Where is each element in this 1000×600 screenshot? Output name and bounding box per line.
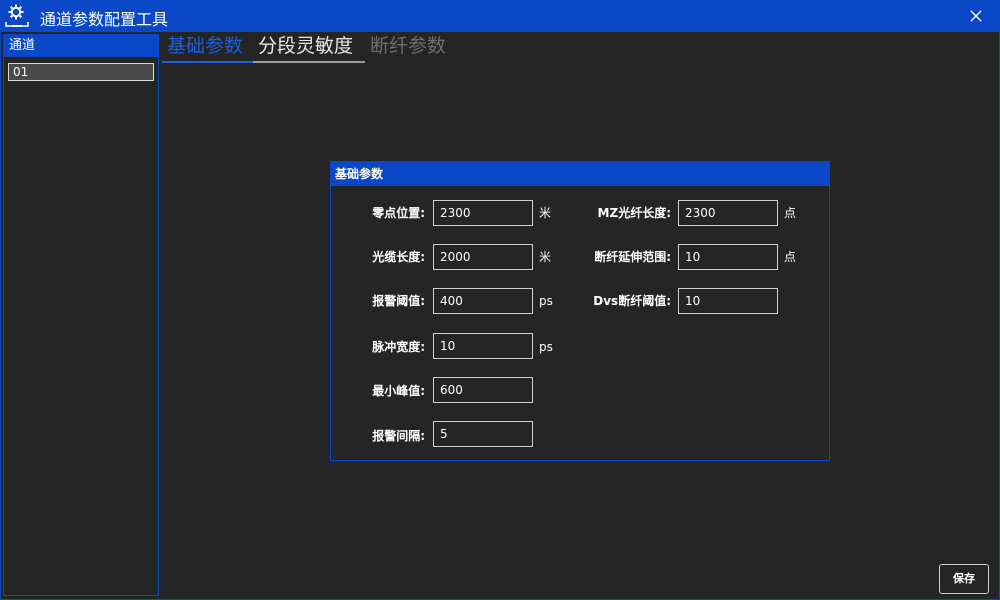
channel-item-01[interactable]: 01 [8, 63, 154, 81]
alarm-threshold-label: 报警阈值: [372, 294, 425, 308]
pulse-width-unit: ps [539, 340, 553, 354]
save-button[interactable]: 保存 [939, 564, 989, 594]
gear-settings-icon [5, 4, 29, 27]
alarm-interval-label: 报警间隔: [372, 429, 425, 443]
zero-position-input[interactable] [433, 200, 533, 226]
mz-fiber-length-unit: 点 [784, 206, 797, 220]
cable-length-input[interactable] [433, 244, 533, 270]
break-extension-input[interactable] [678, 244, 778, 270]
cable-length-label: 光缆长度: [372, 250, 425, 264]
zero-position-unit: 米 [539, 206, 552, 220]
dvs-break-threshold-input[interactable] [678, 288, 778, 314]
min-peak-label: 最小峰值: [372, 384, 425, 398]
sidebar-header: 通道 [4, 35, 158, 57]
tab-basic-params[interactable]: 基础参数 [162, 33, 253, 63]
alarm-threshold-input[interactable] [433, 288, 533, 314]
cable-length-unit: 米 [539, 250, 552, 264]
panel-title: 基础参数 [331, 162, 829, 186]
mz-fiber-length-label: MZ光纤长度: [597, 206, 671, 220]
zero-position-label: 零点位置: [372, 206, 425, 220]
alarm-threshold-unit: ps [539, 294, 553, 308]
channel-sidebar: 通道 01 [3, 34, 159, 596]
min-peak-input[interactable] [433, 377, 533, 403]
break-extension-unit: 点 [784, 250, 797, 264]
break-extension-label: 断纤延伸范围: [594, 250, 671, 264]
basic-params-panel: 基础参数 零点位置: 米 光缆长度: 米 报警阈值: ps 脉冲宽度: ps 最… [330, 161, 830, 461]
tab-segment-sensitivity[interactable]: 分段灵敏度 [253, 33, 365, 63]
dvs-break-threshold-label: Dvs断纤阈值: [593, 294, 671, 308]
pulse-width-input[interactable] [433, 333, 533, 359]
title-bar: 通道参数配置工具 [0, 0, 1000, 32]
alarm-interval-input[interactable] [433, 421, 533, 447]
window-title: 通道参数配置工具 [40, 10, 169, 29]
close-icon [970, 10, 982, 22]
tab-fiber-break-params[interactable]: 断纤参数 [365, 33, 465, 63]
close-button[interactable] [962, 4, 990, 28]
mz-fiber-length-input[interactable] [678, 200, 778, 226]
pulse-width-label: 脉冲宽度: [372, 340, 425, 354]
